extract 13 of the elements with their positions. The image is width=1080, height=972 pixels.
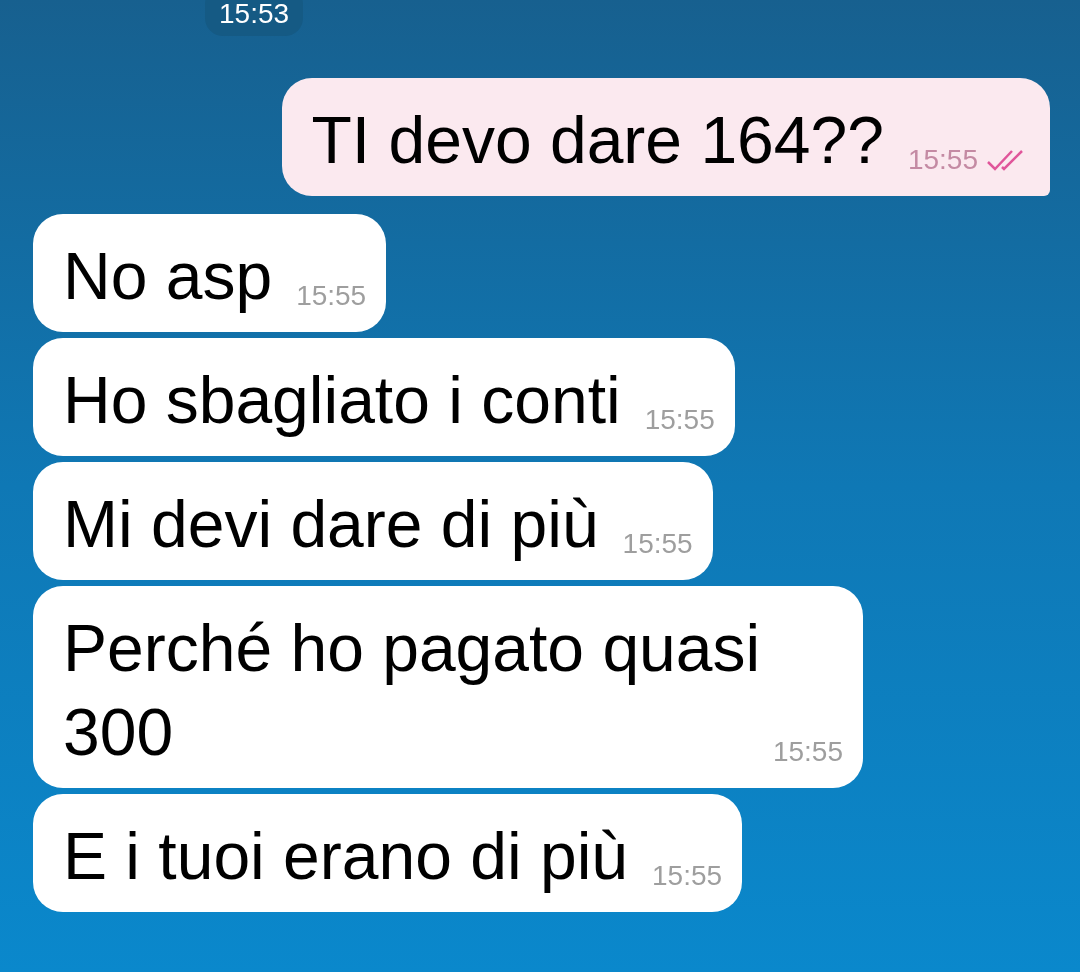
message-text: No asp bbox=[63, 239, 273, 313]
message-time: 15:55 bbox=[644, 404, 715, 436]
message-text: TI devo dare 164?? bbox=[311, 103, 884, 177]
message-text: Ho sbagliato i conti bbox=[63, 363, 621, 437]
message-time: 15:55 bbox=[772, 736, 843, 768]
message-time: 15:55 bbox=[652, 860, 723, 892]
message-text: Mi devi dare di più bbox=[63, 487, 599, 561]
message-text: E i tuoi erano di più bbox=[63, 819, 629, 893]
date-chip: 15:53 bbox=[205, 0, 304, 36]
message-time: 15:55 bbox=[907, 144, 978, 176]
message-time: 15:55 bbox=[622, 528, 693, 560]
message-time: 15:55 bbox=[296, 280, 367, 312]
message-text: Perché ho pagato quasi 300 bbox=[63, 611, 761, 769]
